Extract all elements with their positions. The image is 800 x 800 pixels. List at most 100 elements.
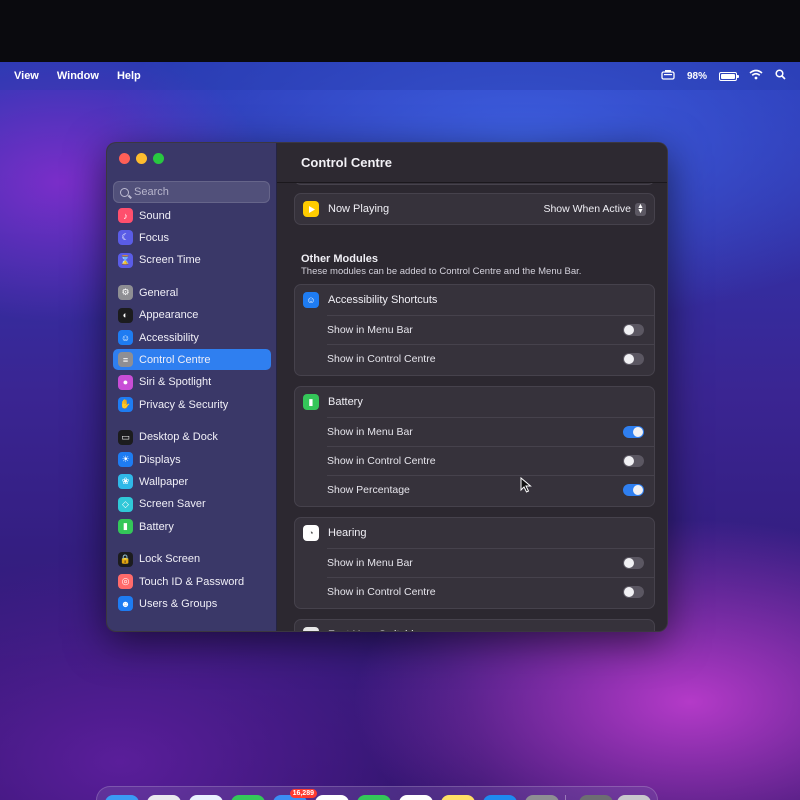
input-source-icon[interactable] xyxy=(661,69,675,83)
fast-user-switching-module-card: ☻ Fast User Switching xyxy=(294,619,655,631)
dock-photos-icon[interactable]: ✿ xyxy=(315,795,349,800)
now-playing-label: Now Playing xyxy=(328,203,390,215)
sidebar-item-label: Desktop & Dock xyxy=(139,431,218,444)
sidebar-item-label: Focus xyxy=(139,231,169,244)
dock-safari-icon[interactable]: ◎ xyxy=(189,795,223,800)
menu-view[interactable]: View xyxy=(14,70,39,82)
sidebar-item-control-centre[interactable]: ≡ Control Centre xyxy=(113,349,271,371)
sidebar-item-accessibility[interactable]: ☺ Accessibility xyxy=(113,327,271,348)
hearing-module-card: ◔ Hearing Show in Menu Bar Show in Control … xyxy=(294,517,655,609)
users-icon: ☻ xyxy=(118,596,133,612)
option-label: Show in Control Centre xyxy=(327,586,436,598)
minimize-window-button[interactable] xyxy=(136,153,147,164)
search-icon xyxy=(120,187,129,197)
dock-icon: ▭ xyxy=(118,429,133,445)
sidebar-item-label: Privacy & Security xyxy=(139,398,229,411)
battery-icon: ▮ xyxy=(118,519,133,535)
dock-facetime-icon[interactable]: ▶ xyxy=(357,795,391,800)
menu-bar: View Window Help 98% xyxy=(0,62,800,90)
sidebar-item-wallpaper[interactable]: ❀ Wallpaper xyxy=(113,471,271,492)
sidebar-item-sound[interactable]: ♪ Sound xyxy=(113,205,271,226)
up-down-chevron-icon: ▲ ▼ xyxy=(635,202,646,216)
now-playing-card: Now Playing Show When Active ▲ ▼ xyxy=(294,193,655,225)
option-label: Show in Control Centre xyxy=(327,353,436,365)
toggle-switch[interactable] xyxy=(623,586,644,598)
sidebar-item-lock-screen[interactable]: 🔒 Lock Screen xyxy=(113,549,271,570)
sidebar-item-label: Accessibility xyxy=(139,331,199,344)
screen-saver-icon: ◇ xyxy=(118,496,133,512)
toggle-switch[interactable] xyxy=(623,324,644,336)
accessibility-shortcuts-icon: ☺ xyxy=(303,292,319,308)
sidebar-item-screen-time[interactable]: ⌛ Screen Time xyxy=(113,250,271,271)
option-label: Show in Menu Bar xyxy=(327,557,413,569)
battery-icon[interactable] xyxy=(719,71,739,81)
sidebar-item-desktop-dock[interactable]: ▭ Desktop & Dock xyxy=(113,427,271,448)
mouse-pointer-icon xyxy=(520,477,532,493)
other-modules-subtitle: These modules can be added to Control Ce… xyxy=(301,266,582,277)
dock-preview-stack-icon[interactable]: ▤ xyxy=(579,795,613,800)
spotlight-search-icon[interactable] xyxy=(775,69,786,83)
menu-window[interactable]: Window xyxy=(57,70,99,82)
sidebar-item-touch-id-password[interactable]: ◎ Touch ID & Password xyxy=(113,571,271,592)
dock-separator xyxy=(565,795,566,800)
sidebar-item-battery[interactable]: ▮ Battery xyxy=(113,516,271,537)
dock-calendar-icon[interactable]: AUG28 xyxy=(399,795,433,800)
accessibility-shortcuts-module-card: ☺ Accessibility Shortcuts Show in Menu Bar… xyxy=(294,284,655,376)
settings-content[interactable]: Now Playing Show When Active ▲ ▼ Other Mo… xyxy=(277,183,667,631)
system-settings-window: ♪ Sound ☾ Focus ⌛ Screen Time ⚙ General ◐ Appeara… xyxy=(106,142,668,632)
sidebar-item-screen-saver[interactable]: ◇ Screen Saver xyxy=(113,494,271,515)
main-pane: Control Centre Now Playing Show When Act… xyxy=(277,143,667,631)
sidebar-item-label: General xyxy=(139,286,179,299)
option-label: Show in Menu Bar xyxy=(327,426,413,438)
now-playing-icon xyxy=(303,201,319,217)
fingerprint-icon: ◎ xyxy=(118,574,133,589)
toggle-switch[interactable] xyxy=(623,484,644,496)
module-option-row: Show in Menu Bar xyxy=(327,417,654,446)
sidebar-item-users-groups[interactable]: ☻ Users & Groups xyxy=(113,593,271,614)
sidebar-item-label: Users & Groups xyxy=(139,597,218,610)
sidebar-item-label: Screen Saver xyxy=(139,498,206,511)
dock-mail-icon[interactable]: ✉16,289 xyxy=(273,789,317,800)
now-playing-popup-button[interactable]: Show When Active ▲ ▼ xyxy=(543,202,646,216)
dock-trash-icon[interactable]: 🗑 xyxy=(617,795,651,800)
dock-system-settings-icon[interactable]: ⚙ xyxy=(525,795,559,800)
search-input[interactable] xyxy=(134,186,264,198)
dock-notes-icon[interactable] xyxy=(441,795,475,800)
sidebar-item-displays[interactable]: ☀ Displays xyxy=(113,449,271,470)
dock-launchpad-icon[interactable]: ▦ xyxy=(147,795,181,800)
sidebar-item-general[interactable]: ⚙ General xyxy=(113,282,271,303)
toggle-switch[interactable] xyxy=(623,353,644,365)
option-label: Show in Control Centre xyxy=(327,455,436,467)
sidebar-item-label: Appearance xyxy=(139,309,199,322)
sidebar-item-label: Battery xyxy=(139,520,174,533)
wallpaper-icon: ❀ xyxy=(118,474,133,490)
speaker-icon: ♪ xyxy=(118,208,133,223)
sidebar-item-label: Displays xyxy=(139,453,181,466)
moon-icon: ☾ xyxy=(118,230,133,246)
sidebar-item-label: Touch ID & Password xyxy=(139,575,245,588)
battery-module-icon: ▮ xyxy=(303,394,319,410)
other-modules-title: Other Modules xyxy=(301,253,379,265)
toggle-switch[interactable] xyxy=(623,426,644,438)
previous-module-card xyxy=(294,183,655,185)
toggle-switch[interactable] xyxy=(623,557,644,569)
zoom-window-button[interactable] xyxy=(153,153,164,164)
wifi-icon[interactable] xyxy=(749,69,763,83)
hearing-module-header: ◔ Hearing xyxy=(295,518,654,548)
dock-app-store-icon[interactable]: A xyxy=(483,795,517,800)
menu-bar-status: 98% xyxy=(661,69,786,83)
dock-messages-icon[interactable]: ✉ xyxy=(231,795,265,800)
module-option-row: Show Percentage xyxy=(327,475,654,504)
menu-help[interactable]: Help xyxy=(117,70,141,82)
sidebar-item-focus[interactable]: ☾ Focus xyxy=(113,227,271,248)
sidebar-item-privacy-security[interactable]: ✋ Privacy & Security xyxy=(113,394,271,415)
dock-finder-icon[interactable]: ☺ xyxy=(105,795,139,800)
siri-icon: ● xyxy=(118,374,133,390)
sidebar-item-appearance[interactable]: ◐ Appearance xyxy=(113,305,271,326)
hand-icon: ✋ xyxy=(118,397,133,413)
close-window-button[interactable] xyxy=(119,153,130,164)
option-label: Show in Menu Bar xyxy=(327,324,413,336)
sidebar-item-siri-spotlight[interactable]: ● Siri & Spotlight xyxy=(113,372,271,393)
search-field[interactable] xyxy=(113,181,270,203)
toggle-switch[interactable] xyxy=(623,455,644,467)
